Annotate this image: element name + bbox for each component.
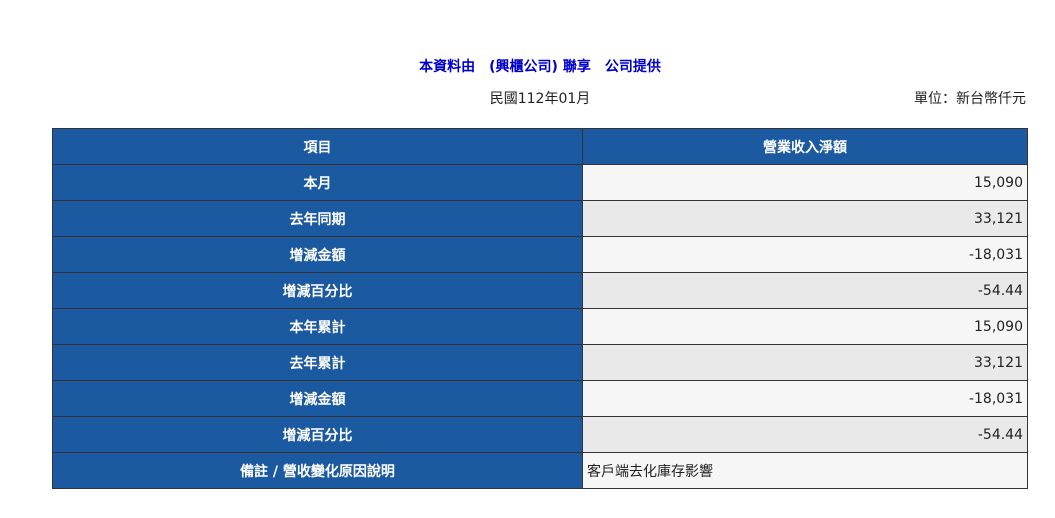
table-row: 增減百分比 -54.44: [52, 416, 1028, 453]
table-row: 去年累計 33,121: [52, 344, 1028, 381]
remarks-label: 備註 / 營收變化原因說明: [52, 452, 583, 489]
remarks-value: 客戶端去化庫存影響: [582, 452, 1028, 489]
table-row: 增減金額 -18,031: [52, 380, 1028, 417]
revenue-table: 項目 營業收入淨額 本月 15,090 去年同期 33,121 增減金額 -18…: [52, 128, 1028, 489]
row-label: 增減金額: [52, 380, 583, 417]
row-value: -54.44: [582, 416, 1028, 453]
row-value: -18,031: [582, 380, 1028, 417]
row-value: 15,090: [582, 308, 1028, 345]
row-value: -18,031: [582, 236, 1028, 273]
table-header-row: 項目 營業收入淨額: [52, 128, 1028, 165]
row-label: 去年累計: [52, 344, 583, 381]
row-label: 本月: [52, 164, 583, 201]
column-header-item: 項目: [52, 128, 583, 165]
row-value: 15,090: [582, 164, 1028, 201]
column-header-net-revenue: 營業收入淨額: [582, 128, 1028, 165]
table-row: 增減百分比 -54.44: [52, 272, 1028, 309]
currency-unit: 單位：新台幣仟元: [914, 91, 1026, 107]
row-value: -54.44: [582, 272, 1028, 309]
row-value: 33,121: [582, 200, 1028, 237]
row-label: 增減百分比: [52, 272, 583, 309]
table-row: 本年累計 15,090: [52, 308, 1028, 345]
row-label: 去年同期: [52, 200, 583, 237]
table-row: 本月 15,090: [52, 164, 1028, 201]
row-label: 本年累計: [52, 308, 583, 345]
report-date: 民國112年01月: [489, 91, 591, 107]
row-value: 33,121: [582, 344, 1028, 381]
revenue-report-page: 本資料由 (興櫃公司) 聯享 公司提供 民國112年01月 單位：新台幣仟元 項…: [0, 0, 1055, 518]
table-row: 增減金額 -18,031: [52, 236, 1028, 273]
row-label: 增減金額: [52, 236, 583, 273]
table-row: 去年同期 33,121: [52, 200, 1028, 237]
table-row-remarks: 備註 / 營收變化原因說明 客戶端去化庫存影響: [52, 452, 1028, 489]
row-label: 增減百分比: [52, 416, 583, 453]
report-title: 本資料由 (興櫃公司) 聯享 公司提供: [419, 59, 661, 75]
